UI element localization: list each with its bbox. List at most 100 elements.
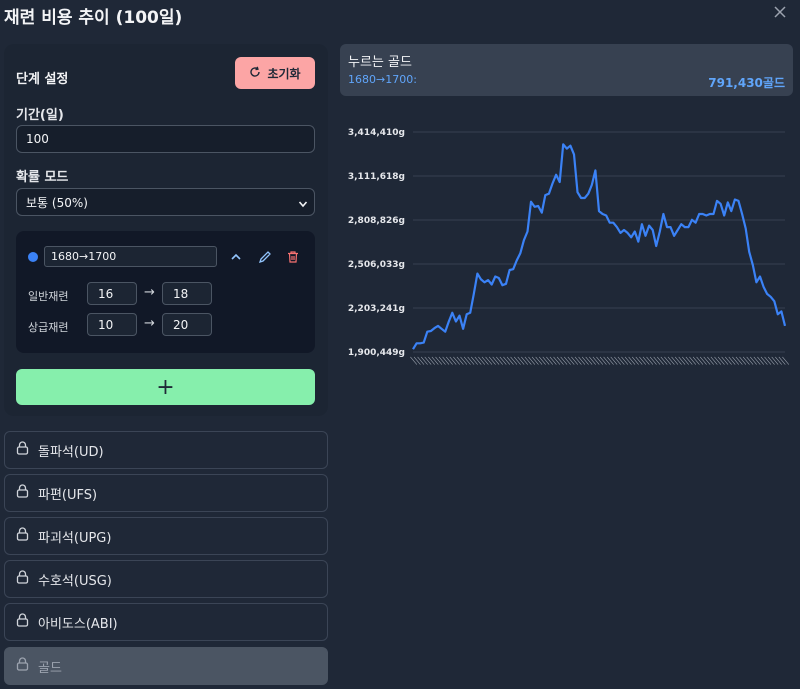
x-tick-mark — [420, 356, 428, 365]
lock-icon — [16, 441, 29, 459]
x-tick-mark — [614, 356, 621, 365]
x-tick-mark — [567, 356, 575, 365]
x-tick-mark — [703, 356, 711, 365]
trash-icon[interactable] — [286, 249, 300, 263]
close-icon[interactable] — [772, 4, 788, 20]
period-value: 100 — [26, 132, 49, 146]
material-label: 파편(UFS) — [38, 487, 98, 503]
prob-mode-value: 보통 (50%) — [26, 195, 88, 210]
lock-icon — [16, 484, 29, 502]
x-tick-mark — [417, 356, 425, 365]
stage-settings-panel: 단계 설정 초기화 기간(일) 100 확률 모드 보통 (50%) 1680→… — [4, 44, 328, 416]
x-tick-mark — [610, 356, 618, 365]
advanced-refine-to-input[interactable]: 20 — [162, 313, 212, 336]
x-tick-mark — [689, 356, 697, 365]
x-tick-mark — [521, 356, 528, 365]
x-tick-mark — [707, 356, 714, 365]
x-tick-mark — [431, 356, 439, 365]
arrow-right-icon: → — [144, 316, 155, 331]
material-item-ufs[interactable]: 파편(UFS) — [4, 474, 328, 512]
pencil-icon[interactable] — [258, 249, 272, 264]
lock-icon — [16, 570, 29, 588]
x-tick-mark — [782, 356, 790, 365]
x-tick-mark — [460, 356, 468, 365]
advanced-refine-label: 상급재련 — [28, 321, 69, 334]
material-item-gold[interactable]: 골드 — [4, 647, 328, 685]
y-tick-label: 1,900,449g — [348, 348, 405, 358]
period-input[interactable]: 100 — [16, 125, 315, 153]
reset-button[interactable]: 초기화 — [235, 57, 315, 89]
period-label: 기간(일) — [16, 108, 64, 123]
material-label: 수호석(USG) — [38, 573, 112, 589]
x-tick-mark — [574, 356, 582, 365]
add-range-button[interactable]: + — [16, 369, 315, 405]
x-tick-mark — [453, 356, 461, 365]
y-tick-label: 2,808,826g — [348, 216, 405, 226]
x-tick-mark — [667, 356, 675, 365]
prob-mode-select[interactable]: 보통 (50%) — [16, 188, 315, 216]
x-tick-mark — [742, 356, 750, 365]
x-tick-mark — [485, 356, 493, 365]
normal-refine-label: 일반재련 — [28, 290, 69, 303]
x-tick-mark — [585, 356, 593, 365]
gold-summary-total: 791,430골드 — [708, 76, 785, 90]
chevron-up-icon[interactable] — [229, 249, 243, 263]
lock-icon — [16, 527, 29, 545]
y-tick-label: 2,203,241g — [348, 304, 405, 314]
x-tick-mark — [413, 356, 421, 365]
advanced-refine-from-input[interactable]: 10 — [87, 313, 137, 336]
x-tick-mark — [471, 356, 478, 365]
x-tick-mark — [657, 356, 664, 365]
x-tick-mark — [503, 356, 511, 365]
x-tick-mark — [463, 356, 471, 365]
x-tick-mark — [728, 356, 736, 365]
range-input[interactable]: 1680→1700 — [44, 246, 217, 267]
advanced-refine-to: 20 — [173, 317, 189, 332]
material-item-upg[interactable]: 파괴석(UPG) — [4, 517, 328, 555]
x-tick-mark — [771, 356, 779, 365]
x-tick-mark — [535, 356, 543, 365]
material-item-usg[interactable]: 수호석(USG) — [4, 560, 328, 598]
x-tick-mark — [660, 356, 668, 365]
x-tick-mark — [750, 356, 757, 365]
x-tick-mark — [435, 356, 443, 365]
x-tick-mark — [732, 356, 740, 365]
plus-icon: + — [156, 374, 175, 400]
x-tick-mark — [599, 356, 607, 365]
x-tick-mark — [664, 356, 672, 365]
x-tick-mark — [649, 356, 657, 365]
x-tick-mark — [603, 356, 611, 365]
x-tick-mark — [578, 356, 586, 365]
y-tick-label: 2,506,033g — [348, 260, 405, 270]
x-tick-mark — [553, 356, 561, 365]
normal-refine-from-input[interactable]: 16 — [87, 282, 137, 305]
x-tick-mark — [467, 356, 475, 365]
refresh-icon — [249, 66, 261, 81]
normal-refine-to-input[interactable]: 18 — [162, 282, 212, 305]
x-tick-mark — [735, 356, 743, 365]
x-tick-mark — [685, 356, 693, 365]
x-tick-mark — [621, 356, 629, 365]
material-item-abi[interactable]: 아비도스(ABI) — [4, 603, 328, 641]
x-tick-mark — [631, 356, 639, 365]
x-tick-mark — [671, 356, 679, 365]
x-tick-mark — [513, 356, 521, 365]
x-tick-mark — [760, 356, 768, 365]
x-tick-mark — [531, 356, 539, 365]
x-tick-mark — [481, 356, 489, 365]
x-tick-mark — [445, 356, 453, 365]
x-tick-mark — [560, 356, 568, 365]
x-tick-mark — [556, 356, 564, 365]
x-tick-mark — [438, 356, 446, 365]
x-tick-mark — [624, 356, 632, 365]
x-tick-mark — [478, 356, 486, 365]
x-tick-mark — [442, 356, 450, 365]
x-tick-mark — [746, 356, 754, 365]
x-tick-mark — [456, 356, 464, 365]
material-item-ud[interactable]: 돌파석(UD) — [4, 431, 328, 469]
x-tick-mark — [764, 356, 772, 365]
gold-summary-title: 누르는 골드 — [348, 55, 412, 70]
x-tick-mark — [488, 356, 496, 365]
x-tick-mark — [753, 356, 761, 365]
x-tick-mark — [581, 356, 589, 365]
